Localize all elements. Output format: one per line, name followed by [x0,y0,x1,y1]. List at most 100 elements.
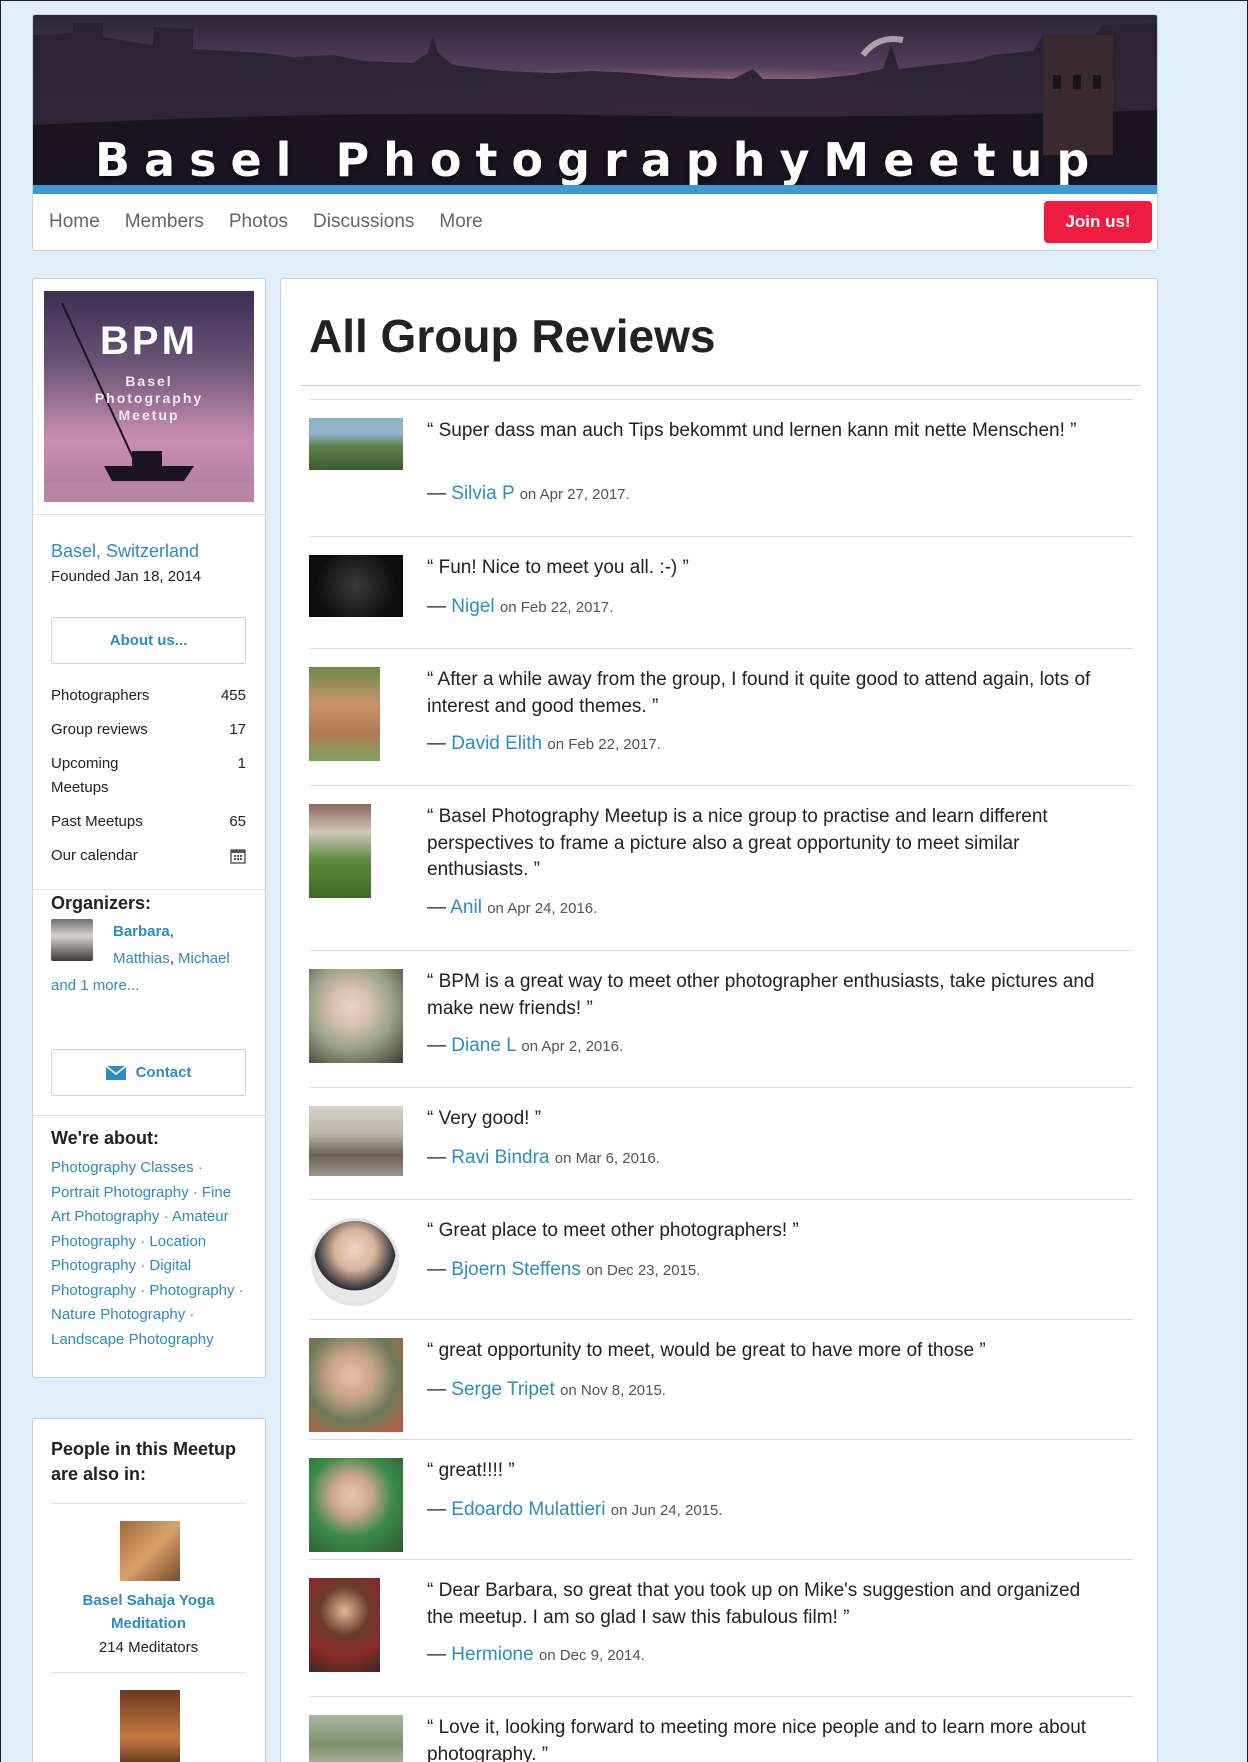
reviewer-name[interactable]: Bjoern Steffens [451,1259,581,1280]
review-quote: “ After a while away from the group, I f… [427,669,1091,717]
review-item: “ great!!!! ” — Edoardo Mulattieri on Ju… [309,1439,1133,1559]
envelope-icon [105,1065,126,1080]
review-item: “ Dear Barbara, so great that you took u… [309,1559,1133,1696]
review-quote: “ BPM is a great way to meet other photo… [427,971,1095,1019]
nav-photos[interactable]: Photos [229,211,288,233]
group-sidebar: BPM Basel Photography Meetup Basel, Swit… [32,278,266,1378]
group-member-count: 214 Meditators [98,1639,199,1656]
reviewer-avatar[interactable] [309,969,403,1063]
group-link[interactable]: Basel Sahaja Yoga Meditation [51,1589,246,1635]
reviewer-avatar[interactable] [309,1715,403,1762]
review-quote: “ Fun! Nice to meet you all. :-) ” [427,557,689,578]
review-byline: — Diane L on Apr 2, 2016. [427,1035,624,1056]
organizer-michael[interactable]: Michael [178,950,230,967]
reviewer-avatar[interactable] [309,1106,403,1176]
group-location[interactable]: Basel, Switzerland [51,541,199,562]
topic-link[interactable]: Landscape Photography [51,1331,214,1348]
review-byline: — Bjoern Steffens on Dec 23, 2015. [427,1259,701,1280]
review-byline: — Ravi Bindra on Mar 6, 2016. [427,1147,660,1168]
review-item: “ great opportunity to meet, would be gr… [309,1319,1133,1439]
page-title: All Group Reviews [309,310,716,362]
review-item: “ Basel Photography Meetup is a nice gro… [309,785,1133,950]
review-quote: “ Love it, looking forward to meeting mo… [427,1717,1087,1762]
organizers-more-link[interactable]: and 1 more... [51,977,139,994]
reviewer-avatar[interactable] [309,1578,380,1672]
review-item: “ Fun! Nice to meet you all. :-) ” — Nig… [309,536,1133,648]
topic-link[interactable]: Photography Classes [51,1159,194,1176]
review-quote: “ Basel Photography Meetup is a nice gro… [427,806,1048,880]
reviewer-name[interactable]: Edoardo Mulattieri [451,1499,605,1520]
stat-upcoming-meetups[interactable]: Upcoming Meetups 1 [51,752,246,800]
review-item: “ BPM is a great way to meet other photo… [309,950,1133,1087]
logo-text: BPM [100,319,198,363]
stat-group-reviews[interactable]: Group reviews 17 [51,718,246,742]
our-calendar-link[interactable]: Our calendar [51,844,246,868]
organizers-heading: Organizers: [51,893,152,913]
review-quote: “ great!!!! ” [427,1460,515,1481]
also-in-heading: People in this Meetup are also in: [51,1439,237,1484]
review-byline: — David Elith on Feb 22, 2017. [427,733,661,754]
stat-photographers[interactable]: Photographers 455 [51,684,246,708]
banner: Basel PhotographyMeetup [33,15,1157,194]
reviewer-name[interactable]: David Elith [451,733,542,754]
banner-title: Basel PhotographyMeetup [95,133,1104,187]
review-item: “ Super dass man auch Tips bekommt und l… [309,399,1133,524]
organizer-matthias[interactable]: Matthias [113,950,170,967]
logo-subtitle: Basel Photography Meetup [94,373,204,423]
about-us-button[interactable]: About us... [51,617,246,664]
page-wrapper: Basel PhotographyMeetup Home Members Pho… [32,14,1158,1762]
reviewer-avatar[interactable] [309,418,403,470]
reviewer-name[interactable]: Ravi Bindra [451,1147,549,1168]
about-heading: We're about: [51,1128,159,1148]
organizer-barbara[interactable]: Barbara [113,923,170,940]
review-byline: — Nigel on Feb 22, 2017. [427,596,614,617]
nav-more[interactable]: More [439,211,482,233]
reviewer-avatar[interactable] [309,667,380,761]
reviewer-avatar[interactable] [309,555,403,617]
topic-link[interactable]: Nature Photography [51,1306,185,1323]
topic-link[interactable]: Photography [149,1282,234,1299]
group-thumbnail[interactable] [120,1521,180,1581]
banner-strip [33,185,1157,194]
nav-home[interactable]: Home [49,211,100,233]
review-item: “ Great place to meet other photographer… [309,1199,1133,1319]
reviewer-name[interactable]: Diane L [451,1035,516,1056]
reviewer-name[interactable]: Serge Tripet [451,1379,555,1400]
review-quote: “ Super dass man auch Tips bekommt und l… [427,420,1077,441]
stat-past-meetups[interactable]: Past Meetups 65 [51,810,246,834]
review-quote: “ Great place to meet other photographer… [427,1220,799,1241]
review-quote: “ Dear Barbara, so great that you took u… [427,1580,1081,1628]
reviews-panel: All Group Reviews “ Super dass man auch … [280,278,1158,1762]
organizers-list: Barbara, Matthias, Michael and 1 more... [51,923,230,994]
topic-link[interactable]: Portrait Photography [51,1184,189,1201]
review-byline: — Edoardo Mulattieri on Jun 24, 2015. [427,1499,723,1520]
also-in-panel: People in this Meetup are also in: Basel… [32,1418,266,1762]
review-quote: “ great opportunity to meet, would be gr… [427,1340,986,1361]
topic-list: Photography Classes · Portrait Photograp… [51,1159,244,1348]
review-item: “ Love it, looking forward to meeting mo… [309,1696,1133,1762]
review-quote: “ Very good! ” [427,1108,542,1129]
contact-button[interactable]: Contact [51,1049,246,1096]
reviewer-avatar[interactable] [309,1338,403,1432]
review-byline: — Anil on Apr 24, 2016. [427,897,598,918]
reviewer-avatar[interactable] [311,1218,399,1306]
reviewer-avatar[interactable] [309,1458,403,1552]
reviewer-name[interactable]: Anil [450,897,482,918]
founded-date: Founded Jan 18, 2014 [51,568,202,585]
group-thumbnail[interactable] [120,1690,180,1762]
review-byline: — Silvia P on Apr 27, 2017. [427,483,630,504]
main-nav: Home Members Photos Discussions More Joi… [33,194,1157,250]
review-item: “ After a while away from the group, I f… [309,648,1133,785]
group-header: Basel PhotographyMeetup Home Members Pho… [32,14,1158,251]
reviewer-name[interactable]: Silvia P [451,483,514,504]
reviewer-name[interactable]: Nigel [451,596,494,617]
reviewer-avatar[interactable] [309,804,371,898]
review-byline: — Hermione on Dec 9, 2014. [427,1644,645,1665]
calendar-icon [230,844,246,872]
nav-members[interactable]: Members [125,211,204,233]
review-byline: — Serge Tripet on Nov 8, 2015. [427,1379,666,1400]
join-button[interactable]: Join us! [1044,201,1152,243]
reviewer-name[interactable]: Hermione [451,1644,533,1665]
group-logo[interactable]: BPM Basel Photography Meetup [44,291,254,502]
nav-discussions[interactable]: Discussions [313,211,414,233]
